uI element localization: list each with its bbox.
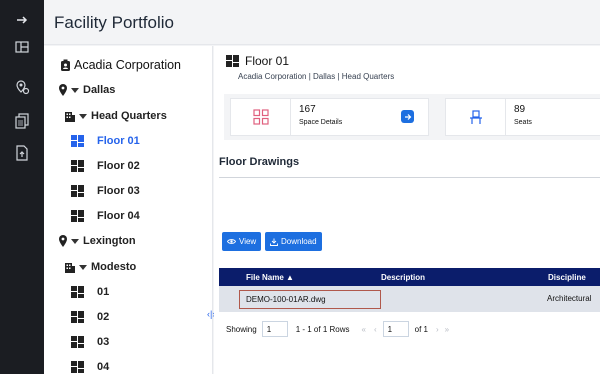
map-marker-icon [59, 235, 67, 247]
first-page-button[interactable]: « [362, 325, 366, 334]
breadcrumb: Acadia Corporation | Dallas | Head Quart… [238, 72, 395, 81]
section-title: Floor Drawings [219, 156, 300, 168]
space-grid-icon [231, 99, 291, 135]
tree-node-label: Modesto [91, 261, 137, 273]
page-size-input[interactable]: 1 [261, 321, 288, 337]
tree-root[interactable]: Acadia Corporation [60, 58, 181, 72]
space-details-card: 167 Space Details [230, 98, 429, 136]
tree-node-label: 02 [97, 311, 110, 323]
chevron-down-icon[interactable] [79, 113, 87, 119]
upload-document-icon[interactable] [12, 143, 32, 163]
file-name-cell[interactable]: DEMO-100-01AR.dwg [239, 290, 381, 309]
download-button-label: Download [281, 237, 317, 246]
tree-root-label: Acadia Corporation [74, 58, 182, 72]
pagination: Showing 1 1 - 1 of 1 Rows « ‹ 1 of 1 › » [226, 320, 449, 338]
tree-node-label: 03 [97, 336, 110, 348]
table-row[interactable]: DEMO-100-01AR.dwg Architectural [219, 286, 600, 312]
layout-icon[interactable] [12, 37, 32, 57]
floor-plan-icon [71, 361, 84, 373]
floor-plan-icon [71, 185, 84, 197]
space-details-open-button[interactable] [401, 110, 414, 123]
page-number-input[interactable]: 1 [382, 321, 409, 337]
table-header: File Name ▲ Description Discipline [219, 268, 600, 286]
nav-rail [0, 0, 44, 374]
tree-node-01[interactable]: 01 [71, 286, 109, 298]
discipline-cell: Architectural [547, 294, 592, 303]
arrow-right-icon[interactable] [12, 10, 32, 30]
seat-icon [446, 99, 506, 135]
showing-label: Showing [226, 324, 257, 334]
space-label: Space Details [299, 119, 343, 126]
prev-page-button[interactable]: ‹ [374, 325, 377, 334]
arrow-right-icon [404, 113, 411, 120]
column-header-description[interactable]: Description [381, 273, 425, 282]
download-button[interactable]: Download [265, 232, 322, 251]
tree-node-03[interactable]: 03 [71, 336, 109, 348]
divider [219, 177, 600, 178]
tree-node-label: Floor 04 [97, 210, 140, 222]
view-button-label: View [239, 237, 257, 246]
floor-plan-icon [71, 210, 84, 222]
tree-node-04[interactable]: 04 [71, 361, 109, 373]
page-title: Facility Portfolio [54, 13, 174, 32]
view-button[interactable]: View [222, 232, 262, 251]
chevron-down-icon[interactable] [71, 238, 79, 244]
eye-icon [227, 239, 236, 244]
tree-node-modesto[interactable]: Modesto [64, 261, 136, 273]
page-count: of 1 [414, 324, 428, 334]
column-header-discipline[interactable]: Discipline [548, 273, 586, 282]
floor-header: Floor 01 [226, 54, 289, 68]
tree-node-label: Lexington [83, 235, 136, 247]
tree-node-label: Dallas [83, 84, 116, 96]
map-marker-icon [59, 84, 67, 96]
building-icon [65, 263, 75, 273]
tree-node-label: Floor 01 [97, 135, 140, 147]
tree-node-dallas[interactable]: Dallas [58, 84, 115, 96]
floor-title: Floor 01 [245, 54, 290, 68]
tree-node-label: Floor 03 [97, 185, 140, 197]
id-badge-icon [61, 59, 70, 71]
building-icon [65, 112, 75, 122]
location-settings-icon[interactable] [12, 77, 32, 97]
stats-bar: 167 Space Details 89 Seats [224, 94, 600, 140]
space-count: 167 [299, 104, 316, 115]
chevron-down-icon[interactable] [71, 87, 79, 93]
tree-node-label: Floor 02 [97, 160, 140, 172]
download-icon [270, 238, 278, 246]
seats-label: Seats [514, 119, 532, 126]
column-header-file-name[interactable]: File Name ▲ [246, 273, 294, 282]
app-header: Facility Portfolio [44, 0, 600, 45]
tree-node-head-quarters[interactable]: Head Quarters [64, 110, 167, 122]
tree-node-02[interactable]: 02 [71, 311, 109, 323]
next-page-button[interactable]: › [436, 325, 439, 334]
tree-node-floor-03[interactable]: Floor 03 [71, 185, 140, 197]
tree-node-lexington[interactable]: Lexington [58, 235, 136, 247]
tree-node-floor-02[interactable]: Floor 02 [71, 160, 140, 172]
documents-icon[interactable] [12, 111, 32, 131]
last-page-button[interactable]: » [445, 325, 449, 334]
tree-node-floor-01[interactable]: Floor 01 [71, 135, 140, 147]
tree-node-label: 04 [97, 361, 110, 373]
floor-plan-icon [226, 55, 239, 67]
tree-node-label: Head Quarters [91, 110, 167, 122]
floor-plan-icon [71, 336, 84, 348]
tree-node-label: 01 [97, 286, 110, 298]
seats-card: 89 Seats [445, 98, 600, 136]
floor-plan-icon [71, 135, 84, 147]
rows-summary: 1 - 1 of 1 Rows [295, 324, 350, 334]
main-content: Floor 01 Acadia Corporation | Dallas | H… [214, 46, 600, 374]
chevron-down-icon[interactable] [79, 264, 87, 270]
floor-plan-icon [71, 286, 84, 298]
floor-plan-icon [71, 160, 84, 172]
tree-node-floor-04[interactable]: Floor 04 [71, 210, 140, 222]
seats-count: 89 [514, 104, 526, 115]
location-tree: Acadia Corporation Dallas Head Quarters … [44, 46, 213, 374]
floor-plan-icon [71, 311, 84, 323]
